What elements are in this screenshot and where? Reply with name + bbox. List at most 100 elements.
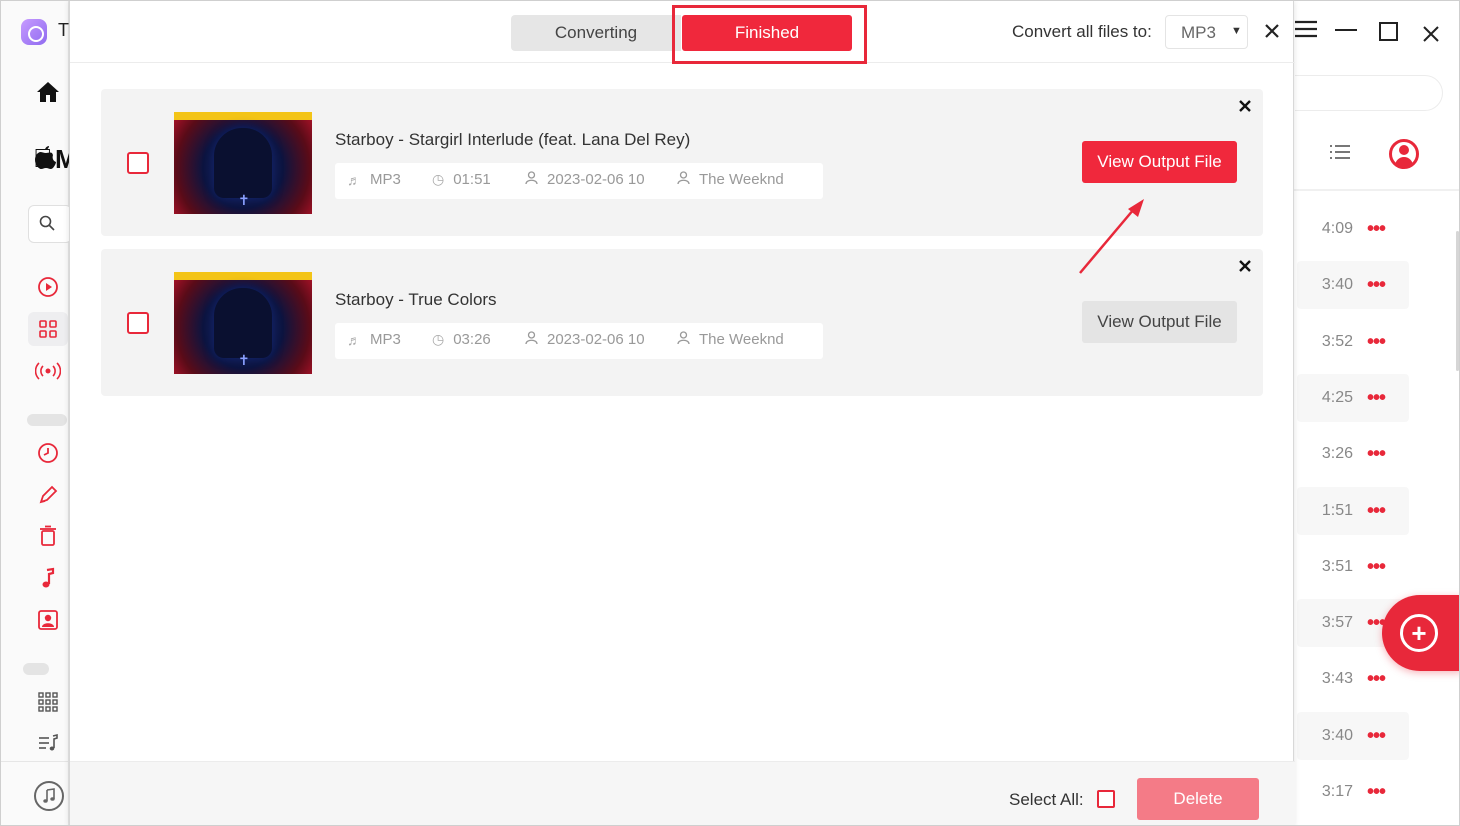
meta-format-value: MP3 (370, 171, 401, 188)
meta-date-value: 2023-02-06 10 (547, 331, 645, 348)
caret-down-icon: ▼ (1231, 25, 1242, 37)
add-icon: + (1400, 614, 1438, 652)
dialog-footer: Select All: Delete (70, 761, 1295, 825)
grid-icon[interactable] (28, 312, 68, 346)
app-logo-icon (21, 19, 47, 45)
converter-dialog: Converting Finished Convert all files to… (69, 1, 1295, 825)
song-checkbox[interactable] (127, 312, 149, 334)
select-all-checkbox[interactable] (1097, 790, 1115, 808)
track-row[interactable]: 3:17 ••• (1297, 768, 1409, 816)
scrollbar[interactable] (1456, 231, 1459, 371)
finished-tab-highlight (672, 5, 867, 64)
sidebar-section-divider (27, 414, 67, 426)
meta-date: 2023-02-06 10 (525, 171, 645, 188)
app-sidebar: T  M (1, 1, 77, 825)
menu-icon[interactable] (1295, 19, 1317, 45)
track-duration: 1:51 (1321, 501, 1353, 519)
more-options-icon[interactable]: ••• (1367, 782, 1386, 802)
song-checkbox[interactable] (127, 152, 149, 174)
profile-icon[interactable] (1389, 139, 1419, 169)
meta-duration: ◷ 01:51 (432, 171, 491, 188)
right-search-field[interactable] (1295, 75, 1443, 111)
person-icon (525, 331, 538, 348)
track-row[interactable]: 3:43 ••• (1297, 655, 1409, 703)
view-output-file-button[interactable]: View Output File (1082, 141, 1237, 183)
track-row[interactable]: 3:40 ••• (1297, 261, 1409, 310)
track-row[interactable]: 1:51 ••• (1297, 486, 1409, 535)
contact-icon[interactable] (28, 603, 68, 637)
track-duration: 3:57 (1321, 614, 1353, 632)
playlist-icon[interactable] (28, 726, 68, 760)
output-format-value: MP3 (1181, 23, 1216, 42)
track-duration: 3:51 (1321, 557, 1353, 575)
sidebar-section-divider-2 (23, 663, 49, 675)
more-options-icon[interactable]: ••• (1367, 669, 1386, 689)
track-row[interactable]: 3:52 ••• (1297, 318, 1409, 366)
clock-icon[interactable] (28, 436, 68, 470)
starboy-album-cover: ✝ (174, 112, 312, 214)
music-note-icon[interactable] (28, 561, 68, 595)
home-icon[interactable] (28, 75, 68, 109)
track-row[interactable]: 3:26 ••• (1297, 430, 1409, 478)
artist-icon (677, 331, 690, 348)
window-close-icon[interactable] (1423, 22, 1439, 48)
dialog-header: Converting Finished Convert all files to… (70, 1, 1295, 64)
output-format-select[interactable]: MP3 ▼ (1165, 15, 1248, 49)
screen: T  M (0, 0, 1460, 826)
meta-format-value: MP3 (370, 331, 401, 348)
meta-artist-value: The Weeknd (699, 171, 784, 188)
song-title: Starboy - Stargirl Interlude (feat. Lana… (335, 130, 691, 149)
song-title: Starboy - True Colors (335, 290, 497, 309)
apps-grid-icon[interactable] (28, 685, 68, 719)
meta-artist: The Weeknd (677, 171, 784, 188)
meta-artist-value: The Weeknd (699, 331, 784, 348)
remove-song-icon[interactable] (1239, 256, 1251, 277)
pen-icon[interactable] (28, 478, 68, 512)
more-options-icon[interactable]: ••• (1367, 444, 1386, 464)
view-output-file-button[interactable]: View Output File (1082, 301, 1237, 343)
artist-icon (677, 171, 690, 188)
meta-duration-value: 01:51 (453, 171, 491, 188)
more-options-icon[interactable]: ••• (1367, 332, 1386, 352)
trash-icon[interactable] (28, 519, 68, 553)
music-file-icon: ♬ (347, 331, 361, 348)
maximize-icon[interactable] (1379, 21, 1398, 47)
add-convert-button[interactable]: + (1382, 595, 1459, 671)
track-row[interactable]: 3:51 ••• (1297, 543, 1409, 591)
music-file-icon: ♬ (347, 171, 361, 188)
right-toolbar-divider (1293, 189, 1459, 191)
sidebar-search[interactable] (28, 205, 72, 243)
convert-all-label: Convert all files to: (1012, 22, 1152, 41)
track-duration: 4:09 (1321, 220, 1353, 237)
minimize-icon[interactable] (1335, 19, 1357, 45)
clock-icon: ◷ (432, 331, 445, 347)
more-options-icon[interactable]: ••• (1367, 726, 1386, 746)
more-options-icon[interactable]: ••• (1367, 557, 1386, 577)
track-duration: 3:40 (1321, 726, 1353, 744)
remove-song-icon[interactable] (1239, 96, 1251, 117)
meta-date: 2023-02-06 10 (525, 331, 645, 348)
apple-music-logo-icon (35, 146, 56, 169)
list-view-icon[interactable] (1329, 143, 1351, 167)
clock-icon: ◷ (432, 171, 445, 187)
track-row[interactable]: 4:09 ••• (1297, 205, 1409, 253)
more-options-icon[interactable]: ••• (1367, 275, 1386, 295)
person-icon (525, 171, 538, 188)
tab-converting[interactable]: Converting (511, 15, 681, 51)
more-options-icon[interactable]: ••• (1367, 219, 1386, 239)
more-options-icon[interactable]: ••• (1367, 501, 1386, 521)
dialog-close-icon[interactable] (1265, 18, 1279, 44)
play-circle-icon[interactable] (28, 270, 68, 304)
delete-button[interactable]: Delete (1137, 778, 1259, 820)
track-row[interactable]: 4:25 ••• (1297, 373, 1409, 422)
radio-icon[interactable] (28, 354, 68, 388)
meta-format: ♬ MP3 (347, 331, 401, 348)
track-duration: 3:52 (1321, 332, 1353, 350)
app-title: T (58, 20, 69, 40)
search-icon (39, 215, 55, 236)
meta-duration-value: 03:26 (453, 331, 491, 348)
more-options-icon[interactable]: ••• (1367, 388, 1386, 408)
track-row[interactable]: 3:40 ••• (1297, 711, 1409, 760)
arrow-annotation-icon (1079, 199, 1144, 274)
itunes-icon[interactable] (34, 781, 64, 811)
